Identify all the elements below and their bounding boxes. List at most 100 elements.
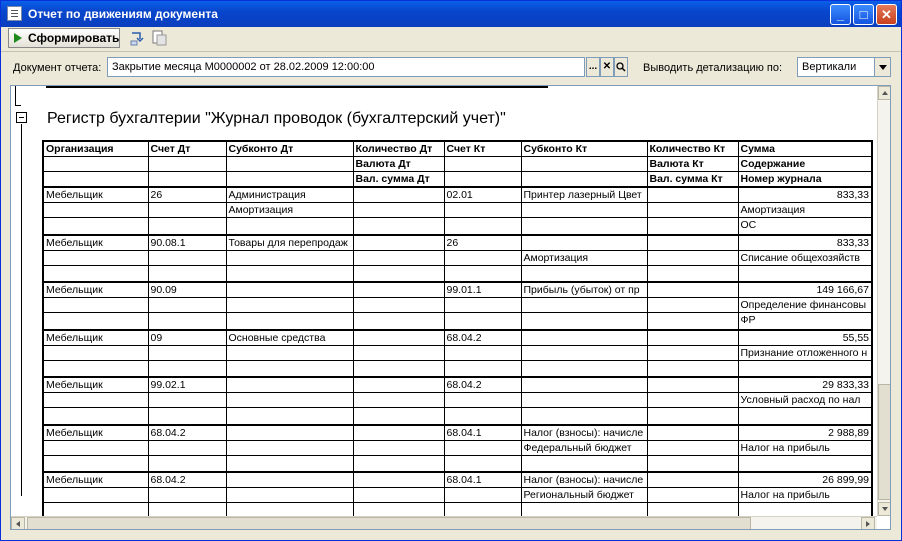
header-cell[interactable]: Счет Дт [147,140,227,157]
table-cell[interactable] [352,186,445,203]
table-cell[interactable]: Амортизация [520,249,648,266]
table-cell[interactable] [443,297,522,313]
table-cell[interactable] [443,359,522,378]
table-cell[interactable]: 2 988,89 [737,424,873,441]
table-cell[interactable] [225,376,354,393]
table-cell[interactable] [225,407,354,426]
table-cell[interactable] [737,359,873,378]
table-cell[interactable] [737,454,873,473]
header-cell[interactable]: Номер журнала [737,171,873,188]
table-cell[interactable] [520,454,648,473]
table-cell[interactable]: Списание общехозяйств [737,249,873,266]
table-cell[interactable]: 68.04.2 [443,376,522,393]
choose-button[interactable]: ... [586,57,600,77]
table-cell[interactable] [646,312,739,331]
table-cell[interactable]: Региональный бюджет [520,487,648,503]
table-cell[interactable] [737,264,873,283]
table-cell[interactable]: Налог на прибыль [737,487,873,503]
table-cell[interactable]: 55,55 [737,329,873,346]
table-cell[interactable] [520,312,648,331]
table-cell[interactable]: 90.08.1 [147,234,227,251]
table-cell[interactable] [42,487,149,503]
table-cell[interactable]: 833,33 [737,186,873,203]
table-cell[interactable] [646,329,739,346]
table-cell[interactable] [443,202,522,218]
table-cell[interactable] [42,264,149,283]
table-cell[interactable] [443,439,522,456]
header-cell[interactable]: Организация [42,140,149,157]
table-cell[interactable] [520,407,648,426]
table-cell[interactable]: 29 833,33 [737,376,873,393]
table-cell[interactable]: Признание отложенного н [737,344,873,361]
table-cell[interactable] [352,202,445,218]
table-cell[interactable] [225,424,354,441]
table-cell[interactable] [225,249,354,266]
header-cell[interactable]: Вал. сумма Кт [646,171,739,188]
clear-button[interactable]: ✕ [600,57,614,77]
table-cell[interactable] [352,312,445,331]
collapse-group-icon[interactable] [16,112,27,123]
table-cell[interactable] [646,454,739,473]
scroll-down-icon[interactable] [878,502,890,516]
table-cell[interactable] [520,202,648,218]
scroll-right-icon[interactable] [861,517,875,529]
table-cell[interactable]: 26 899,99 [737,471,873,488]
table-cell[interactable] [147,217,227,236]
header-cell[interactable] [520,171,648,188]
minimize-button[interactable]: _ [830,4,851,25]
table-cell[interactable] [147,344,227,361]
table-cell[interactable]: Мебельщик [42,281,149,298]
table-cell[interactable] [352,471,445,488]
table-cell[interactable] [225,454,354,473]
table-cell[interactable] [443,487,522,503]
table-cell[interactable]: 68.04.2 [443,329,522,346]
table-cell[interactable]: Налог на прибыль [737,439,873,456]
table-cell[interactable] [520,217,648,236]
header-cell[interactable] [225,171,354,188]
header-cell[interactable] [147,156,227,172]
table-cell[interactable] [520,344,648,361]
table-cell[interactable]: 99.01.1 [443,281,522,298]
horizontal-scrollbar[interactable] [11,516,877,529]
table-cell[interactable] [443,312,522,331]
table-cell[interactable] [42,202,149,218]
vertical-scroll-thumb[interactable] [878,384,890,500]
table-cell[interactable]: 68.04.1 [443,424,522,441]
table-cell[interactable]: Мебельщик [42,376,149,393]
table-cell[interactable]: Налог (взносы): начисле [520,424,648,441]
table-cell[interactable] [42,344,149,361]
header-cell[interactable] [147,171,227,188]
table-cell[interactable]: 68.04.2 [147,424,227,441]
table-cell[interactable] [646,439,739,456]
table-cell[interactable] [352,392,445,408]
chevron-down-icon[interactable] [874,58,890,76]
table-cell[interactable]: Федеральный бюджет [520,439,648,456]
table-cell[interactable] [147,439,227,456]
header-cell[interactable] [42,171,149,188]
table-cell[interactable] [520,376,648,393]
table-cell[interactable] [646,344,739,361]
table-cell[interactable] [225,471,354,488]
header-cell[interactable]: Счет Кт [443,140,522,157]
table-cell[interactable] [225,217,354,236]
table-cell[interactable] [42,407,149,426]
table-cell[interactable]: ОС [737,217,873,236]
table-cell[interactable] [147,487,227,503]
table-cell[interactable] [147,392,227,408]
table-cell[interactable]: 68.04.1 [443,471,522,488]
table-cell[interactable] [443,407,522,426]
table-cell[interactable]: ФР [737,312,873,331]
table-cell[interactable] [646,249,739,266]
table-cell[interactable] [646,281,739,298]
table-cell[interactable] [443,344,522,361]
table-cell[interactable]: 833,33 [737,234,873,251]
header-cell[interactable] [443,156,522,172]
table-cell[interactable] [443,264,522,283]
table-cell[interactable] [737,407,873,426]
table-cell[interactable] [646,376,739,393]
table-cell[interactable] [520,234,648,251]
table-cell[interactable] [646,424,739,441]
table-cell[interactable] [225,392,354,408]
table-cell[interactable] [147,264,227,283]
table-cell[interactable]: Администрация [225,186,354,203]
